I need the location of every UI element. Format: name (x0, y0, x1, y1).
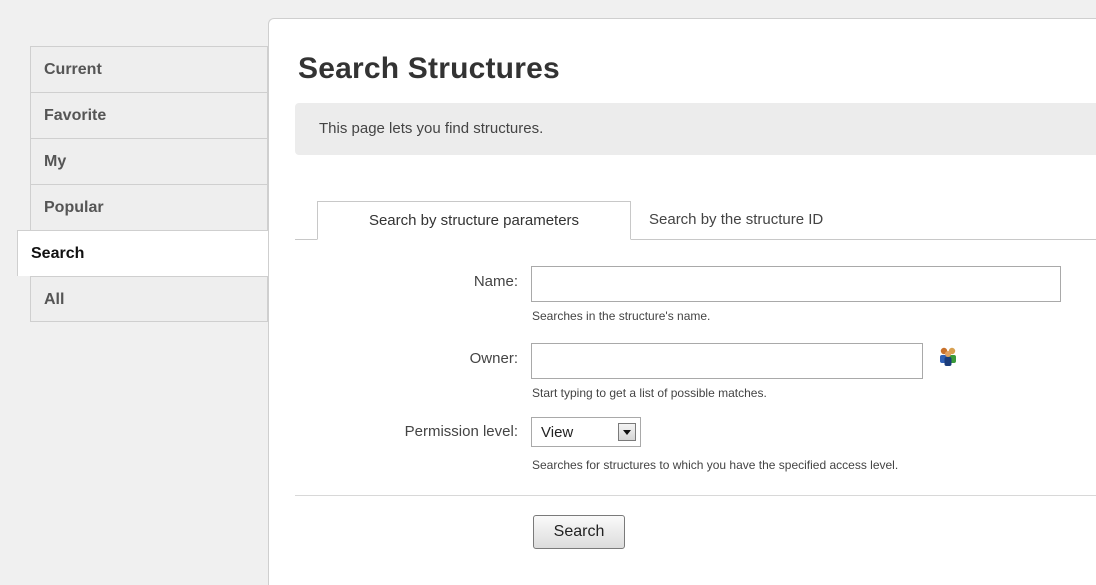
sidebar-item-label: Favorite (44, 107, 107, 124)
sidebar-item-label: Current (44, 61, 102, 78)
info-box: This page lets you find structures. (295, 103, 1096, 155)
name-hint: Searches in the structure's name. (532, 309, 711, 323)
tab-search-by-id[interactable]: Search by the structure ID (645, 201, 823, 239)
owner-label: Owner: (469, 350, 518, 367)
tab-search-by-parameters[interactable]: Search by structure parameters (317, 201, 631, 240)
page: Current Favorite My Popular Search All S… (0, 0, 1096, 585)
sidebar-item-popular[interactable]: Popular (30, 184, 268, 230)
owner-hint: Start typing to get a list of possible m… (532, 386, 767, 400)
search-tabs: Search by structure parameters Search by… (295, 201, 1096, 240)
search-button[interactable]: Search (533, 515, 625, 549)
permission-level-hint: Searches for structures to which you hav… (532, 458, 899, 472)
chevron-down-icon[interactable] (618, 423, 636, 441)
permission-level-label: Permission level: (404, 423, 518, 440)
sidebar-item-all[interactable]: All (30, 276, 268, 322)
sidebar-item-my[interactable]: My (30, 138, 268, 184)
permission-level-select[interactable]: View (531, 417, 641, 447)
sidebar-nav: Current Favorite My Popular Search All (17, 46, 268, 322)
permission-level-value: View (541, 424, 574, 441)
sidebar-item-label: All (44, 291, 65, 308)
page-title: Search Structures (298, 52, 560, 85)
sidebar-item-label: Popular (44, 199, 104, 216)
sidebar-item-current[interactable]: Current (30, 46, 268, 92)
form-divider (295, 495, 1096, 496)
sidebar-item-label: My (44, 153, 67, 170)
main-panel: Search Structures This page lets you fin… (268, 18, 1096, 585)
users-icon[interactable] (937, 346, 959, 368)
info-text: This page lets you find structures. (319, 120, 544, 137)
sidebar-item-label: Search (31, 245, 85, 262)
owner-field[interactable] (531, 343, 923, 379)
name-label: Name: (473, 273, 518, 290)
name-field[interactable] (531, 266, 1061, 302)
sidebar-item-search[interactable]: Search (17, 230, 268, 276)
sidebar-item-favorite[interactable]: Favorite (30, 92, 268, 138)
